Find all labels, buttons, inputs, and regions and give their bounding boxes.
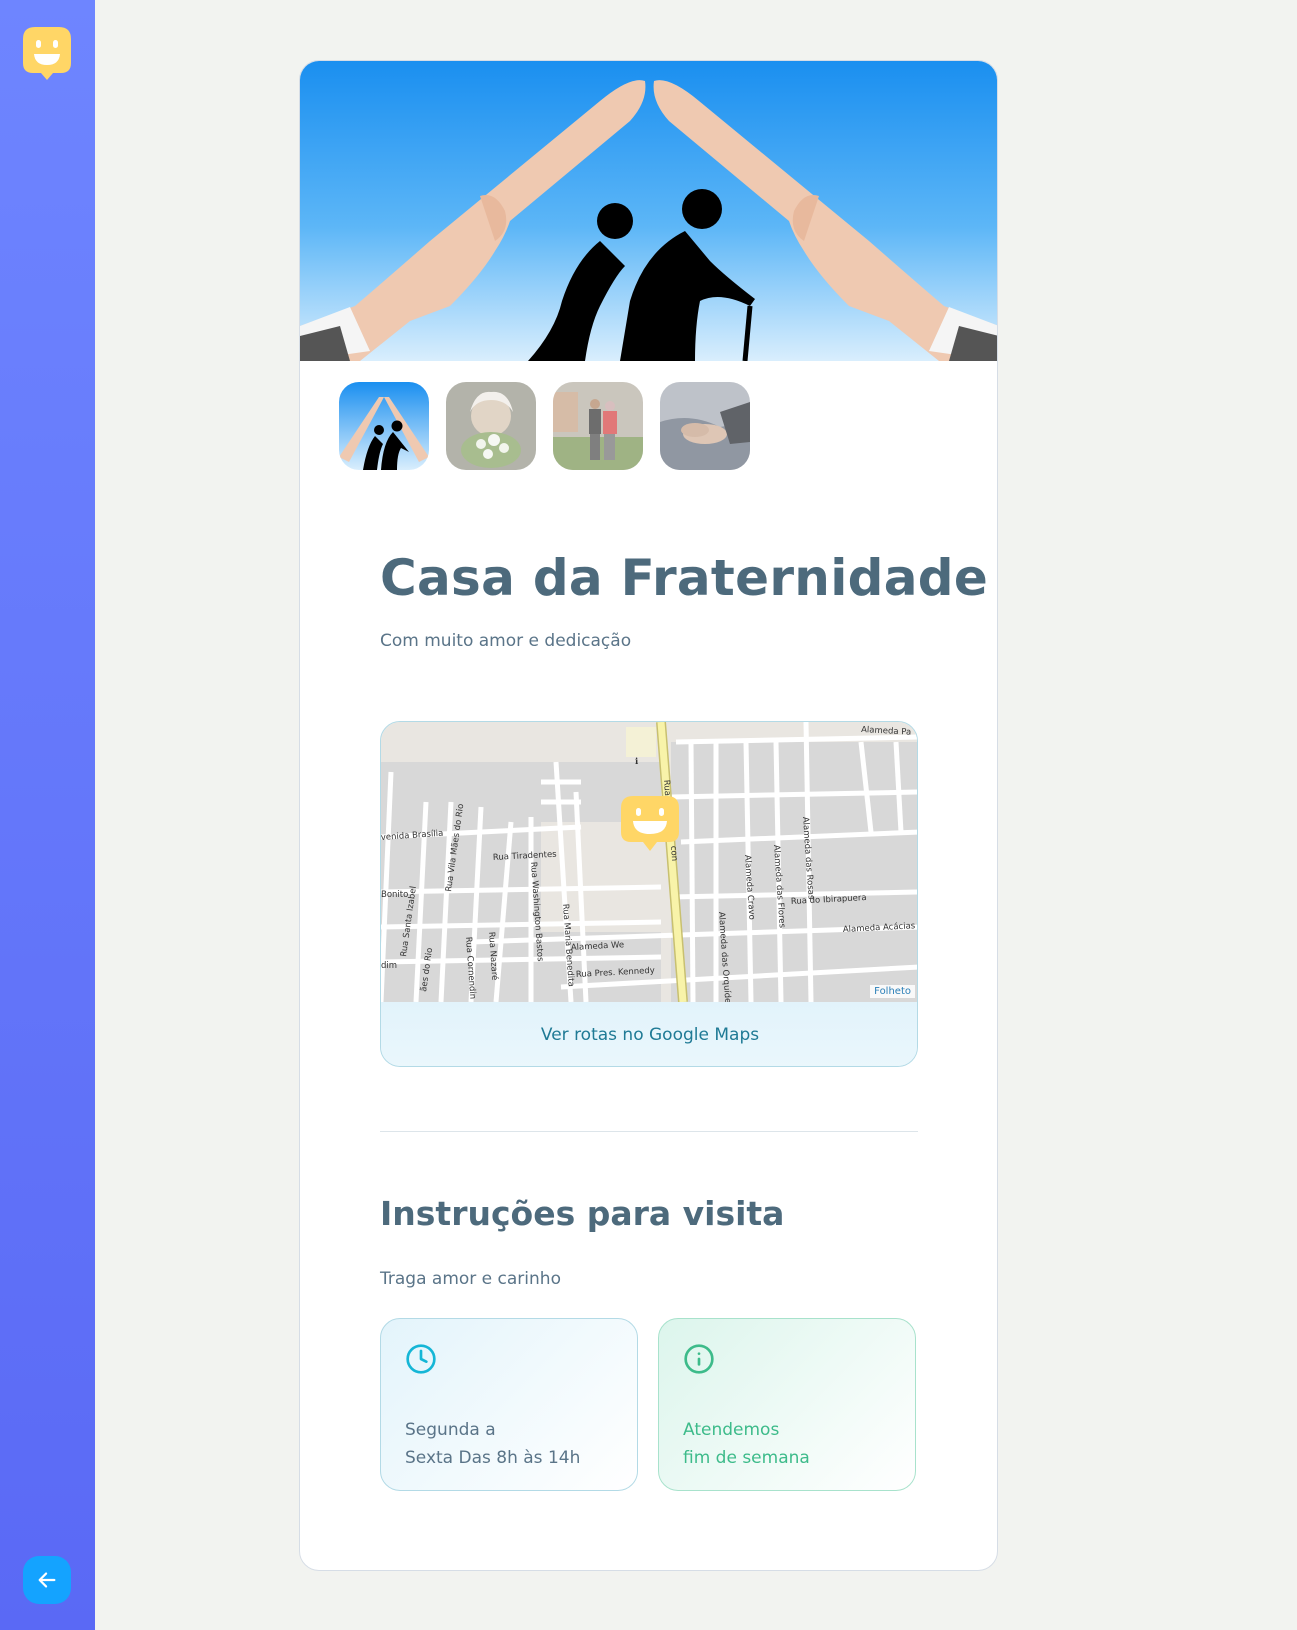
back-button[interactable] (23, 1556, 71, 1604)
map-label: Rua (661, 780, 672, 797)
hero-image (300, 61, 997, 361)
map-view[interactable]: ℹ Alameda Pa venida Brasília Rua Vila Mã… (381, 722, 917, 1004)
map-attribution[interactable]: Folheto (870, 985, 915, 998)
sidebar (0, 0, 95, 1630)
weekend-text: Atendemos fim de semana (683, 1416, 810, 1472)
instructions-heading: Instruções para visita (380, 1194, 785, 1233)
opening-hours-line-2: Sexta Das 8h às 14h (405, 1448, 581, 1468)
google-maps-link[interactable]: Ver rotas no Google Maps (381, 1002, 917, 1066)
app-logo-icon[interactable] (23, 27, 71, 81)
arrow-left-icon (38, 1572, 56, 1588)
thumbnail-1[interactable] (339, 382, 429, 470)
map-label: con (668, 846, 679, 862)
map-label: Bonito (381, 890, 408, 900)
section-divider (380, 1131, 918, 1132)
thumbnail-3[interactable] (553, 382, 643, 470)
opening-hours-card: Segunda a Sexta Das 8h às 14h (380, 1318, 638, 1491)
page-subtitle: Com muito amor e dedicação (380, 631, 632, 651)
info-icon (684, 1344, 714, 1374)
instructions-subtitle: Traga amor e carinho (380, 1269, 561, 1289)
page-title: Casa da Fraternidade (380, 549, 989, 607)
gallery-thumbnails (339, 382, 750, 470)
map-card: ℹ Alameda Pa venida Brasília Rua Vila Mã… (380, 721, 918, 1067)
weekend-line-2: fim de semana (683, 1448, 810, 1468)
opening-hours-text: Segunda a Sexta Das 8h às 14h (405, 1416, 580, 1472)
thumbnail-4[interactable] (660, 382, 750, 470)
weekend-card: Atendemos fim de semana (658, 1318, 916, 1491)
opening-hours-line-1: Segunda a (405, 1420, 496, 1440)
thumbnail-2[interactable] (446, 382, 536, 470)
map-label: dim (381, 961, 397, 971)
weekend-line-1: Atendemos (683, 1420, 780, 1440)
clock-icon (406, 1344, 436, 1374)
orphanage-detail-card: Casa da Fraternidade Com muito amor e de… (299, 60, 998, 1571)
